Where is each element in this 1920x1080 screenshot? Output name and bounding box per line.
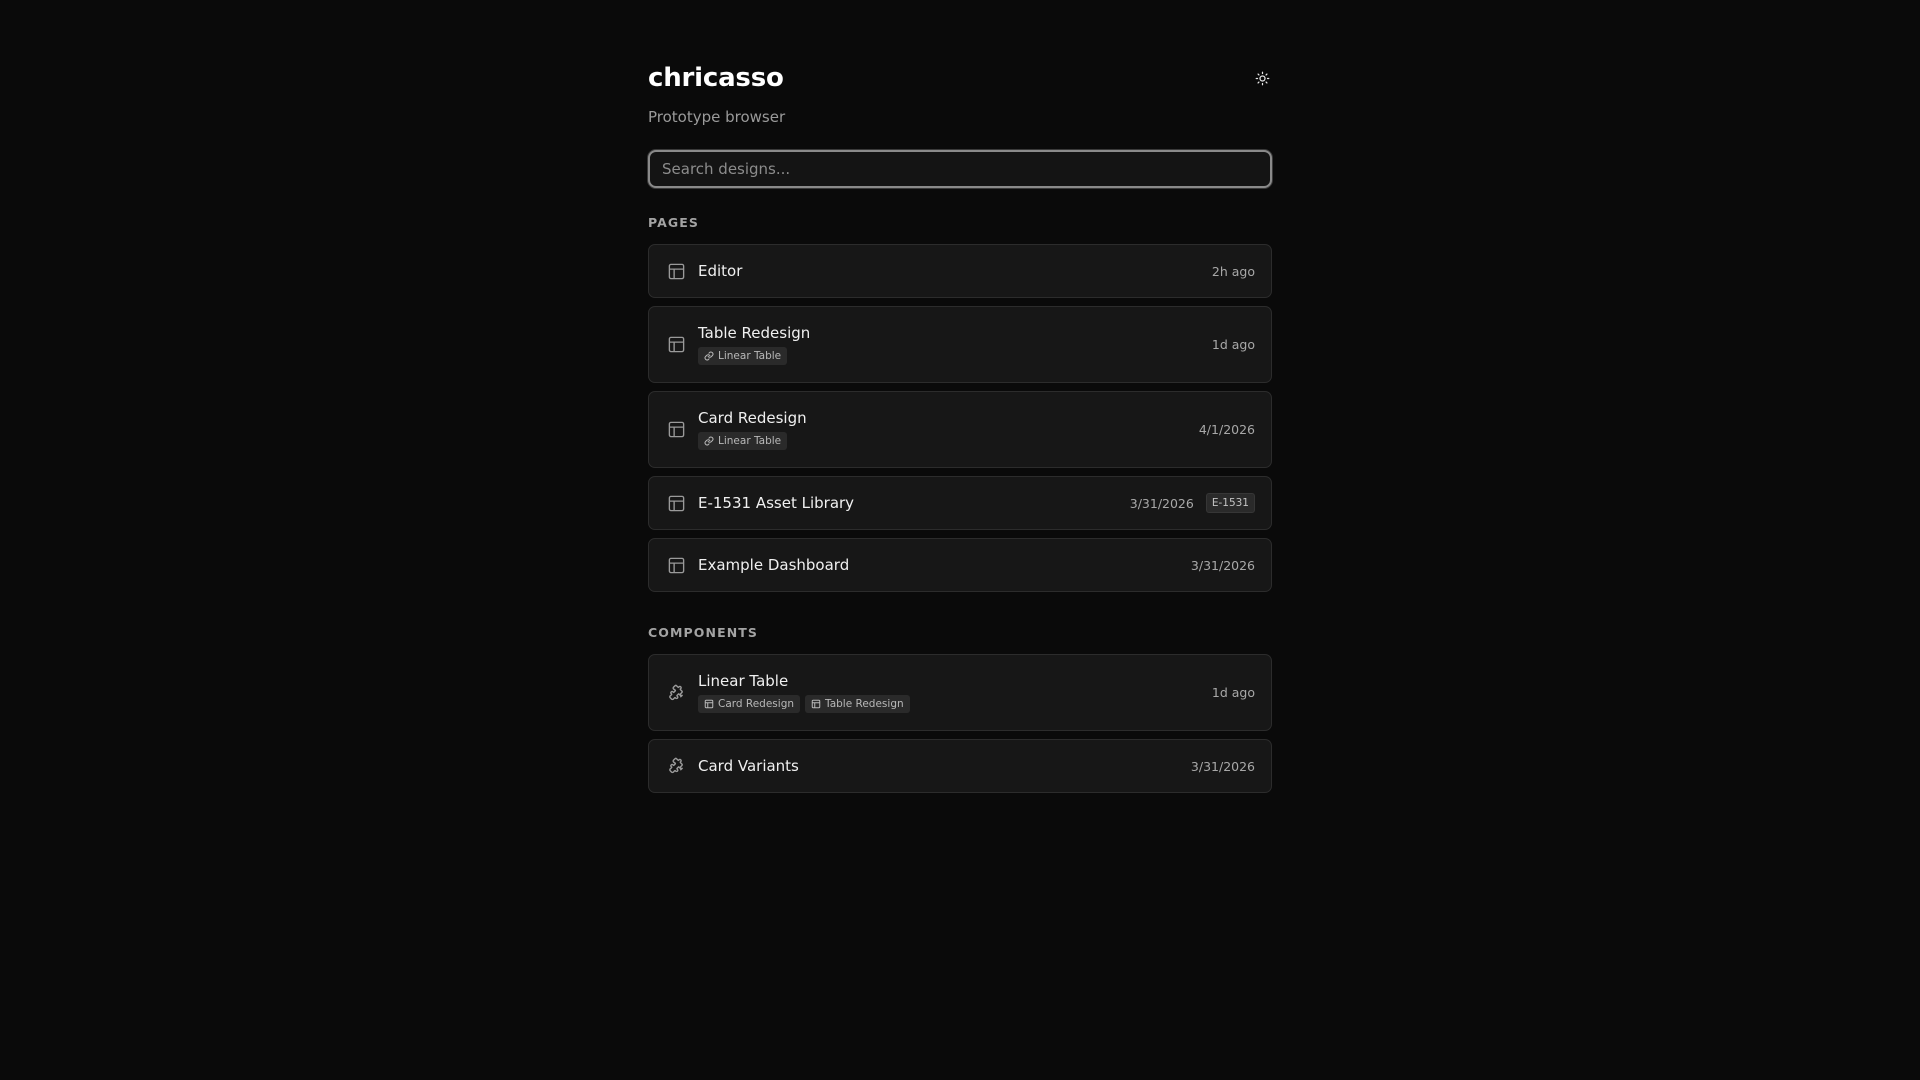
page-item-example-dashboard[interactable]: Example Dashboard 3/31/2026 [648,538,1272,592]
app-title: chricasso [648,63,784,93]
components-list: Linear Table Card Redesign Table Redesig… [648,654,1272,793]
puzzle-icon [665,755,687,777]
tag-label: Table Redesign [825,698,904,710]
linked-component-tag[interactable]: Linear Table [698,347,788,365]
modified-date: 3/31/2026 [1190,557,1255,573]
linked-component-tag[interactable]: Linear Table [698,432,788,450]
header: chricasso [648,60,1272,96]
card-body: Linear Table Card Redesign Table Redesig… [698,672,1212,713]
modified-date: 3/31/2026 [1129,495,1194,511]
page-subtitle: Prototype browser [648,108,786,126]
layout-icon [665,419,687,441]
link-icon [704,351,714,361]
page-name: Table Redesign [698,324,811,342]
pages-section-label: PAGES [648,215,699,230]
component-item-card-variants[interactable]: Card Variants 3/31/2026 [648,739,1272,793]
card-meta: 1d ago [1212,685,1255,700]
link-icon [704,436,714,446]
modified-date: 1d ago [1211,685,1255,700]
sun-icon [1255,71,1269,85]
page-item-editor[interactable]: Editor 2h ago [648,244,1272,298]
layout-icon [811,699,821,709]
card-meta: 3/31/2026 [1191,558,1255,573]
page-item-card-redesign[interactable]: Card Redesign Linear Table 4/1/2026 [648,391,1272,468]
card-meta: 2h ago [1212,264,1255,279]
page-name: Card Redesign [698,409,807,427]
page-item-e1531-asset-library[interactable]: E-1531 Asset Library 3/31/2026 E-1531 [648,476,1272,530]
component-name: Linear Table [698,672,789,690]
page-name: Example Dashboard [698,556,850,574]
modified-date: 1d ago [1211,337,1255,352]
component-item-linear-table[interactable]: Linear Table Card Redesign Table Redesig… [648,654,1272,731]
card-body: E-1531 Asset Library [698,494,1130,512]
card-body: Editor [698,262,1212,280]
tag-label: Card Redesign [718,698,795,710]
card-meta: 3/31/2026 E-1531 [1130,493,1255,513]
card-body: Example Dashboard [698,556,1191,574]
ticket-badge: E-1531 [1205,493,1255,513]
card-body: Card Redesign Linear Table [698,409,1199,450]
tag-label: Linear Table [718,350,782,362]
page-item-table-redesign[interactable]: Table Redesign Linear Table 1d ago [648,306,1272,383]
page-name: E-1531 Asset Library [698,494,855,512]
puzzle-icon [665,682,687,704]
layout-icon [704,699,714,709]
layout-icon [665,492,687,514]
component-name: Card Variants [698,757,799,775]
used-in-page-tag[interactable]: Card Redesign [698,695,801,713]
modified-date: 4/1/2026 [1198,422,1255,437]
page-name: Editor [698,262,743,280]
card-meta: 1d ago [1212,337,1255,352]
theme-toggle-button[interactable] [1246,62,1278,94]
card-body: Table Redesign Linear Table [698,324,1212,365]
tag-list: Linear Table [698,347,1212,365]
layout-icon [665,334,687,356]
app-container: chricasso Prototype browser PAGES Editor… [648,60,1272,793]
card-meta: 3/31/2026 [1191,759,1255,774]
tag-label: Linear Table [718,435,782,447]
tag-list: Card Redesign Table Redesign [698,695,1212,713]
tag-list: Linear Table [698,432,1199,450]
card-body: Card Variants [698,757,1191,775]
layout-icon [665,260,687,282]
modified-date: 3/31/2026 [1190,758,1255,774]
layout-icon [665,554,687,576]
modified-date: 2h ago [1211,263,1255,279]
used-in-page-tag[interactable]: Table Redesign [805,695,910,713]
pages-list: Editor 2h ago Table Redesign Linear Tabl… [648,244,1272,592]
components-section-label: COMPONENTS [648,625,759,640]
card-meta: 4/1/2026 [1199,422,1255,437]
search-input[interactable] [648,150,1272,188]
